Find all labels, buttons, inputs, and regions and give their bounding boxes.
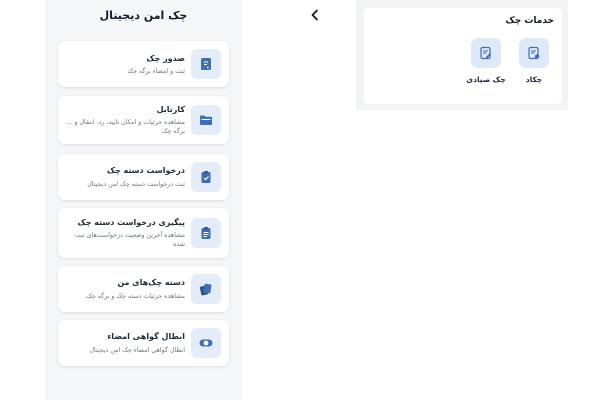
menu-item-my-chequebooks[interactable]: دسته چک‌های من مشاهده جزئیات دسته چک و ب… bbox=[58, 266, 229, 312]
service-sayadi-cheque[interactable]: چک صیادی bbox=[458, 38, 514, 84]
service-label: چکاد bbox=[525, 75, 543, 84]
service-chakad[interactable]: چکاد bbox=[506, 38, 562, 84]
chakad-document-icon bbox=[519, 38, 549, 68]
menu-item-title: دسته چک‌های من bbox=[117, 278, 185, 287]
menu-item-request-chequebook[interactable]: درخواست دسته چک ثبت درخواست دسته چک امن … bbox=[58, 154, 229, 200]
menu-item-description: ثبت و امضاء برگه چک bbox=[127, 68, 185, 75]
clipboard-check-icon bbox=[191, 162, 221, 192]
menu-item-description: ابطال گواهی امضاء چک امن دیجیتال bbox=[89, 347, 185, 354]
menu-item-issue-cheque[interactable]: صدور چک ثبت و امضاء برگه چک bbox=[58, 41, 229, 87]
menu-item-description: مشاهده جزئیات و امکان تایید، رد، انتقال … bbox=[66, 119, 185, 135]
menu-item-description: مشاهده آخرین وضعیت درخواست‌های ثبت شده bbox=[74, 232, 185, 248]
cheque-services-card: خدمات چک چکاد چک صیادی bbox=[364, 8, 562, 104]
menu-item-title: صدور چک bbox=[146, 54, 185, 63]
menu-item-description: ثبت درخواست دسته چک امن دیجیتال bbox=[87, 181, 185, 188]
menu-item-cartable[interactable]: کارتابل مشاهده جزئیات و امکان تایید، رد،… bbox=[58, 96, 229, 144]
menu-item-title: پیگیری درخواست دسته چک bbox=[77, 218, 185, 227]
menu-item-title: ابطال گواهی امضاء bbox=[107, 332, 185, 341]
drawer-title: چک امن دیجیتال bbox=[99, 9, 188, 22]
chevron-left-icon[interactable] bbox=[306, 6, 324, 24]
side-drawer: چک امن دیجیتال صدور چک ثبت و امضاء برگه … bbox=[45, 0, 242, 400]
sign-document-icon bbox=[191, 49, 221, 79]
menu-item-title: کارتابل bbox=[156, 105, 185, 114]
menu-item-revoke-certificate[interactable]: ابطال گواهی امضاء ابطال گواهی امضاء چک ا… bbox=[58, 320, 229, 366]
menu-item-track-request[interactable]: پیگیری درخواست دسته چک مشاهده آخرین وضعی… bbox=[58, 208, 229, 258]
clipboard-list-icon bbox=[191, 218, 221, 248]
menu-item-title: درخواست دسته چک bbox=[106, 166, 185, 175]
revoke-toggle-icon bbox=[191, 328, 221, 358]
sayadi-cheque-icon bbox=[471, 38, 501, 68]
folder-icon bbox=[191, 105, 221, 135]
cheque-book-icon bbox=[191, 274, 221, 304]
services-title: خدمات چک bbox=[505, 16, 554, 26]
service-label: چک صیادی bbox=[466, 75, 506, 84]
menu-item-description: مشاهده جزئیات دسته چک و برگه چک. bbox=[84, 293, 185, 300]
